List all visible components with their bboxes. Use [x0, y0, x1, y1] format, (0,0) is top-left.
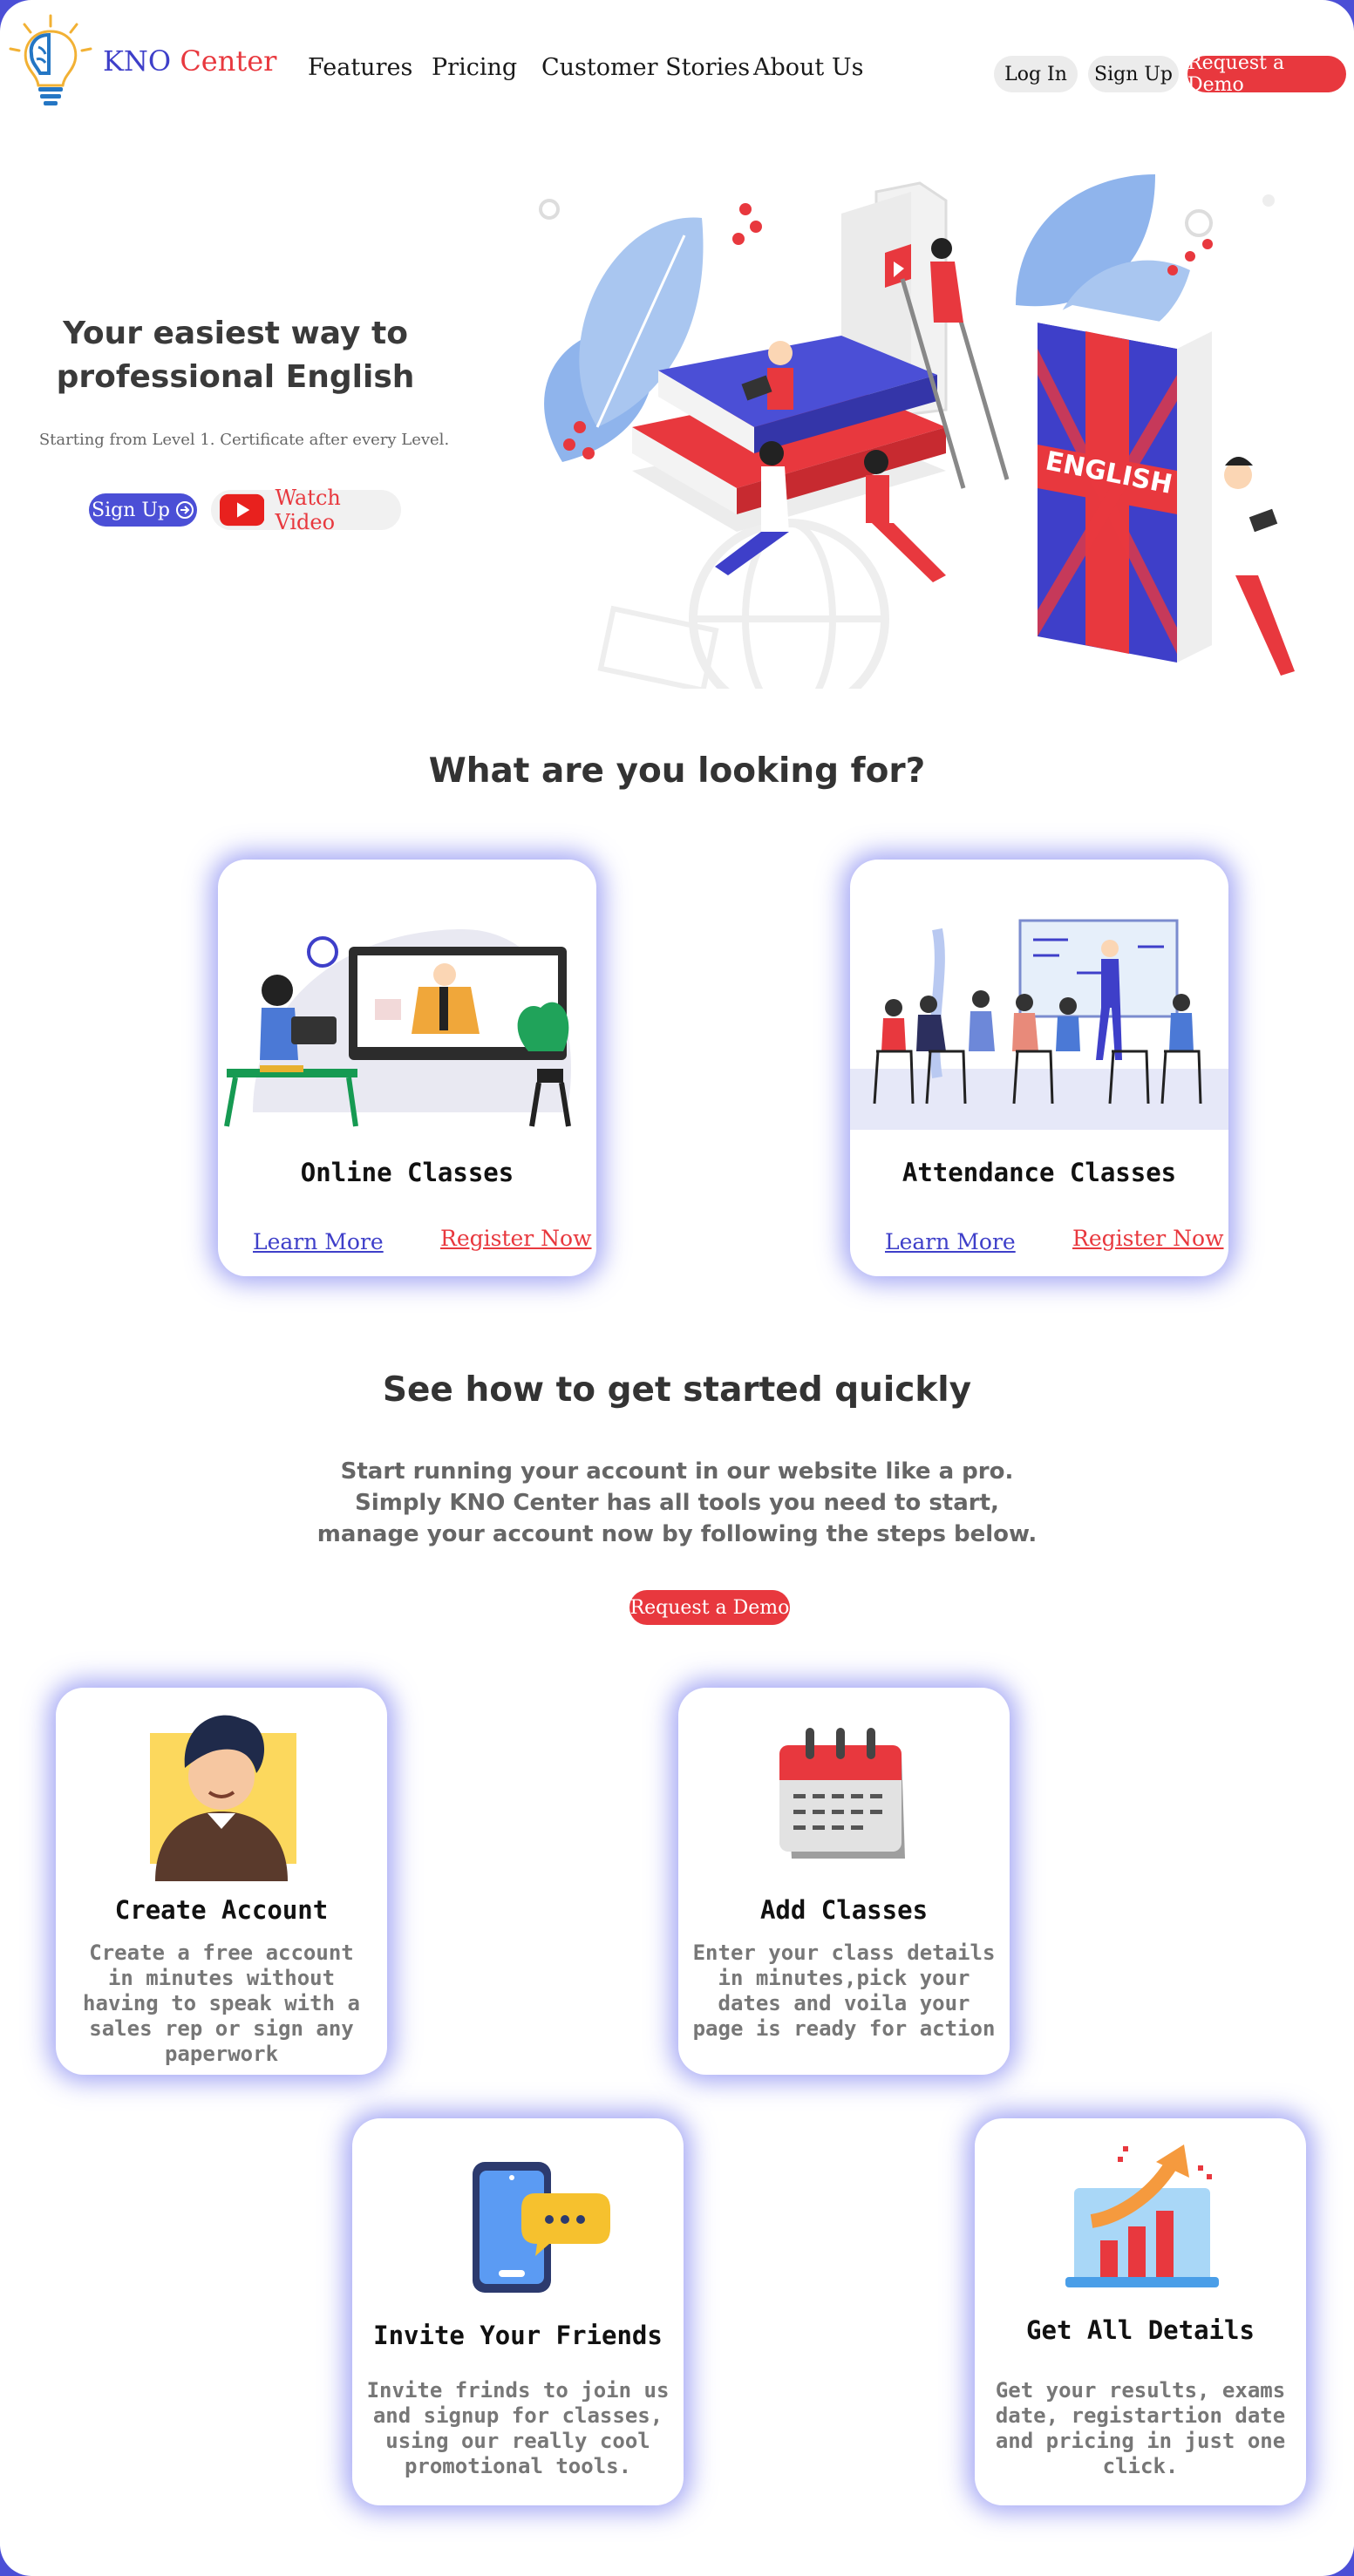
step-add-classes-desc: Enter your class details in minutes,pick… — [692, 1940, 996, 2041]
signup-nav-button[interactable]: Sign Up — [1088, 56, 1179, 92]
nav-customer-stories[interactable]: Customer Stories — [541, 54, 750, 81]
attendance-learn-more-link[interactable]: Learn More — [885, 1229, 1016, 1254]
attendance-register-now-link[interactable]: Register Now — [1072, 1226, 1224, 1251]
page: KNO Center Features Pricing Customer Sto… — [0, 0, 1354, 2576]
step-card-get-all-details: Get All Details Get your results, exams … — [975, 2118, 1306, 2505]
attendance-classes-illustration — [850, 919, 1228, 1130]
request-demo-nav-button[interactable]: Request a Demo — [1187, 52, 1346, 96]
request-demo-button[interactable]: Request a Demo — [629, 1590, 790, 1625]
step-card-create-account: Create Account Create a free account in … — [56, 1688, 387, 2075]
watch-video-label: Watch Video — [275, 486, 341, 534]
step-get-all-details-desc: Get your results, exams date, registarti… — [995, 2378, 1286, 2478]
step-add-classes-title: Add Classes — [759, 1895, 929, 1925]
nav-about-us[interactable]: About Us — [753, 54, 863, 81]
online-classes-title: Online Classes — [300, 1158, 514, 1187]
online-register-now-link[interactable]: Register Now — [440, 1226, 592, 1251]
brand-name: KNO Center — [103, 44, 277, 78]
looking-for-heading: What are you looking for? — [428, 751, 926, 791]
hero-signup-button[interactable]: Sign Up — [89, 493, 197, 527]
lightbulb-brain-icon — [9, 14, 92, 105]
get-started-description: Start running your account in our websit… — [316, 1458, 1038, 1547]
user-avatar-icon — [150, 1715, 296, 1881]
login-button[interactable]: Log In — [994, 56, 1078, 92]
youtube-play-icon — [220, 493, 265, 527]
hero-subtitle: Starting from Level 1. Certificate after… — [38, 431, 450, 449]
step-card-add-classes: Add Classes Enter your class details in … — [678, 1688, 1010, 2075]
hero-title: Your easiest way to professional English — [56, 316, 415, 395]
attendance-classes-title: Attendance Classes — [902, 1158, 1177, 1187]
step-invite-friends-title: Invite Your Friends — [373, 2321, 663, 2350]
step-invite-friends-desc: Invite frinds to join us and signup for … — [366, 2378, 670, 2478]
online-classes-card: Online Classes Learn More Register Now — [218, 860, 596, 1276]
arrow-right-circle-icon — [175, 501, 194, 519]
step-get-all-details-title: Get All Details — [1026, 2315, 1255, 2345]
nav-features[interactable]: Features — [308, 54, 412, 81]
hero-signup-label: Sign Up — [92, 499, 170, 521]
online-classes-illustration — [224, 929, 571, 1127]
watch-video-button[interactable]: Watch Video — [211, 486, 401, 534]
phone-chat-icon — [473, 2162, 610, 2293]
step-create-account-desc: Create a free account in minutes without… — [83, 1940, 360, 2066]
step-card-invite-friends: Invite Your Friends Invite frinds to joi… — [352, 2118, 684, 2505]
hero-illustration: ENGLISH — [539, 174, 1295, 689]
attendance-classes-card: Attendance Classes Learn More Register N… — [850, 860, 1228, 1276]
brand-logo[interactable]: KNO Center — [7, 12, 276, 110]
get-started-heading: See how to get started quickly — [382, 1370, 972, 1410]
calendar-icon — [779, 1728, 905, 1859]
step-create-account-title: Create Account — [114, 1895, 329, 1925]
online-learn-more-link[interactable]: Learn More — [253, 1229, 384, 1254]
growth-chart-icon — [1065, 2144, 1219, 2287]
nav-pricing[interactable]: Pricing — [432, 54, 517, 81]
